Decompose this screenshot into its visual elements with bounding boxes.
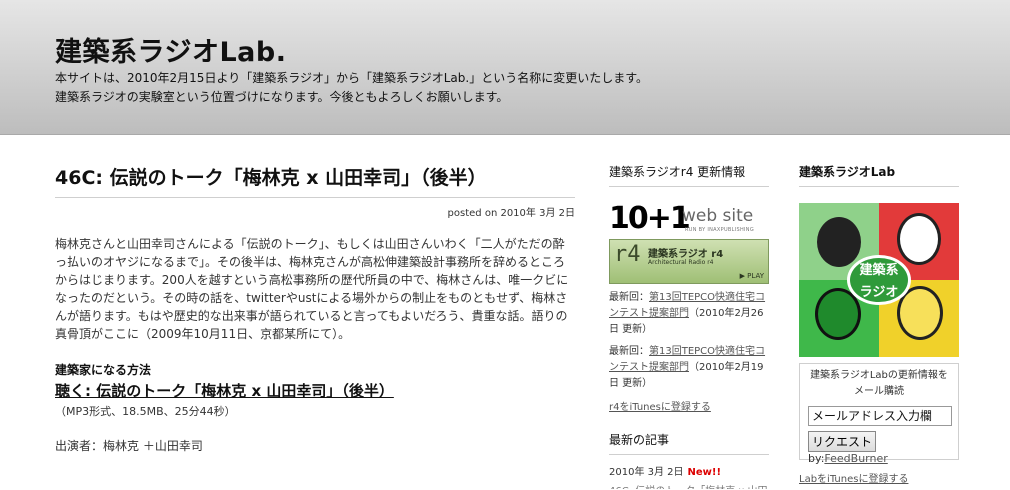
r4-itunes-link[interactable]: r4をiTunesに登録する <box>609 402 711 413</box>
request-button[interactable]: リクエスト <box>808 431 877 452</box>
banner1-run-text: RUN BY INAXPUBLISHING <box>685 227 755 233</box>
recent-posts-heading: 最新の記事 <box>609 431 769 455</box>
cast-list: 出演者：梅林克 ＋山田幸司 <box>55 439 203 453</box>
sidebar-lab: 建築系ラジオLab 建築系 ラジオ 建築系ラジオLabの更新情報をメール購読 リ… <box>799 163 959 485</box>
recent-date-text: 2010年 3月 2日 <box>609 467 684 478</box>
lab-character-artwork: 建築系 ラジオ <box>799 203 959 357</box>
site-description-line1: 本サイトは、2010年2月15日より「建築系ラジオ」から「建築系ラジオLab.」… <box>55 71 648 85</box>
site-title[interactable]: 建築系ラジオLab. <box>55 30 286 69</box>
request-row: リクエスト by:FeedBurner <box>808 431 950 465</box>
email-input[interactable] <box>808 406 952 426</box>
recent-date: 2010年 3月 2日 New!! <box>609 463 769 478</box>
file-info: （MP3形式、18.5MB、25分44秒） <box>55 405 236 418</box>
update-item: 最新回：第13回TEPCO快適住宅コンテスト提案部門（2010年2月19日 更新… <box>609 344 769 392</box>
tenplusone-banner[interactable]: 10+1 web site RUN BY INAXPUBLISHING <box>609 201 769 236</box>
listen-link[interactable]: 聴く: 伝説のトーク「梅林克 x 山田幸司」（後半） <box>55 380 394 401</box>
update-item: 最新回：第13回TEPCO快適住宅コンテスト提案部門（2010年2月26日 更新… <box>609 290 769 338</box>
r4-banner-title: 建築系ラジオ r4 <box>648 249 724 260</box>
r4-heading: 建築系ラジオr4 更新情報 <box>609 163 769 187</box>
lab-heading: 建築系ラジオLab <box>799 163 959 187</box>
post-date: posted on 2010年 3月 2日 <box>447 208 575 219</box>
r4-logo: r4 <box>614 242 641 267</box>
email-subscribe-box: 建築系ラジオLabの更新情報をメール購読 リクエスト by:FeedBurner <box>799 363 959 465</box>
badge-line1: 建築系 <box>859 263 899 278</box>
by-label: by: <box>808 452 825 465</box>
site-description-line2: 建築系ラジオの実験室という位置づけになります。今後ともよろしくお願いします。 <box>55 90 509 104</box>
update-prefix: 最新回： <box>609 292 649 303</box>
lab-itunes-link[interactable]: LabをiTunesに登録する <box>799 474 908 485</box>
post-body: 梅林克さんと山田幸司さんによる「伝説のトーク」、もしくは山田さんいわく「二人がた… <box>55 237 569 341</box>
site-header: 建築系ラジオLab. 本サイトは、2010年2月15日より「建築系ラジオ」から「… <box>0 0 1010 135</box>
feedburner-link[interactable]: FeedBurner <box>824 452 887 465</box>
subscribe-text: 建築系ラジオLabの更新情報をメール購読 <box>810 370 948 397</box>
banner1-web-text: web site <box>682 206 754 226</box>
main-content: 46C: 伝説のトーク「梅林克 x 山田幸司」（後半） posted on 20… <box>55 163 575 454</box>
update-prefix: 最新回： <box>609 346 649 357</box>
badge-line2: ラジオ <box>859 285 899 300</box>
r4-radio-banner[interactable]: r4 建築系ラジオ r4 Architectural Radio r4 ▶ PL… <box>609 239 769 284</box>
recent-post-link[interactable]: 46C: 伝説のトーク「梅林克 x 山田幸司」 <box>609 482 769 489</box>
banner1-logo: 10+1 <box>609 201 691 236</box>
r4-banner-subtitle: Architectural Radio r4 <box>648 259 714 266</box>
post-title: 46C: 伝説のトーク「梅林克 x 山田幸司」（後半） <box>55 163 575 198</box>
post-subheading: 建築家になる方法 <box>55 363 152 377</box>
character-face <box>897 213 941 265</box>
radio-badge-logo: 建築系 ラジオ <box>847 255 911 305</box>
sidebar-r4: 建築系ラジオr4 更新情報 10+1 web site RUN BY INAXP… <box>609 163 769 489</box>
play-label: ▶ PLAY <box>739 272 764 280</box>
new-badge: New!! <box>687 467 722 478</box>
